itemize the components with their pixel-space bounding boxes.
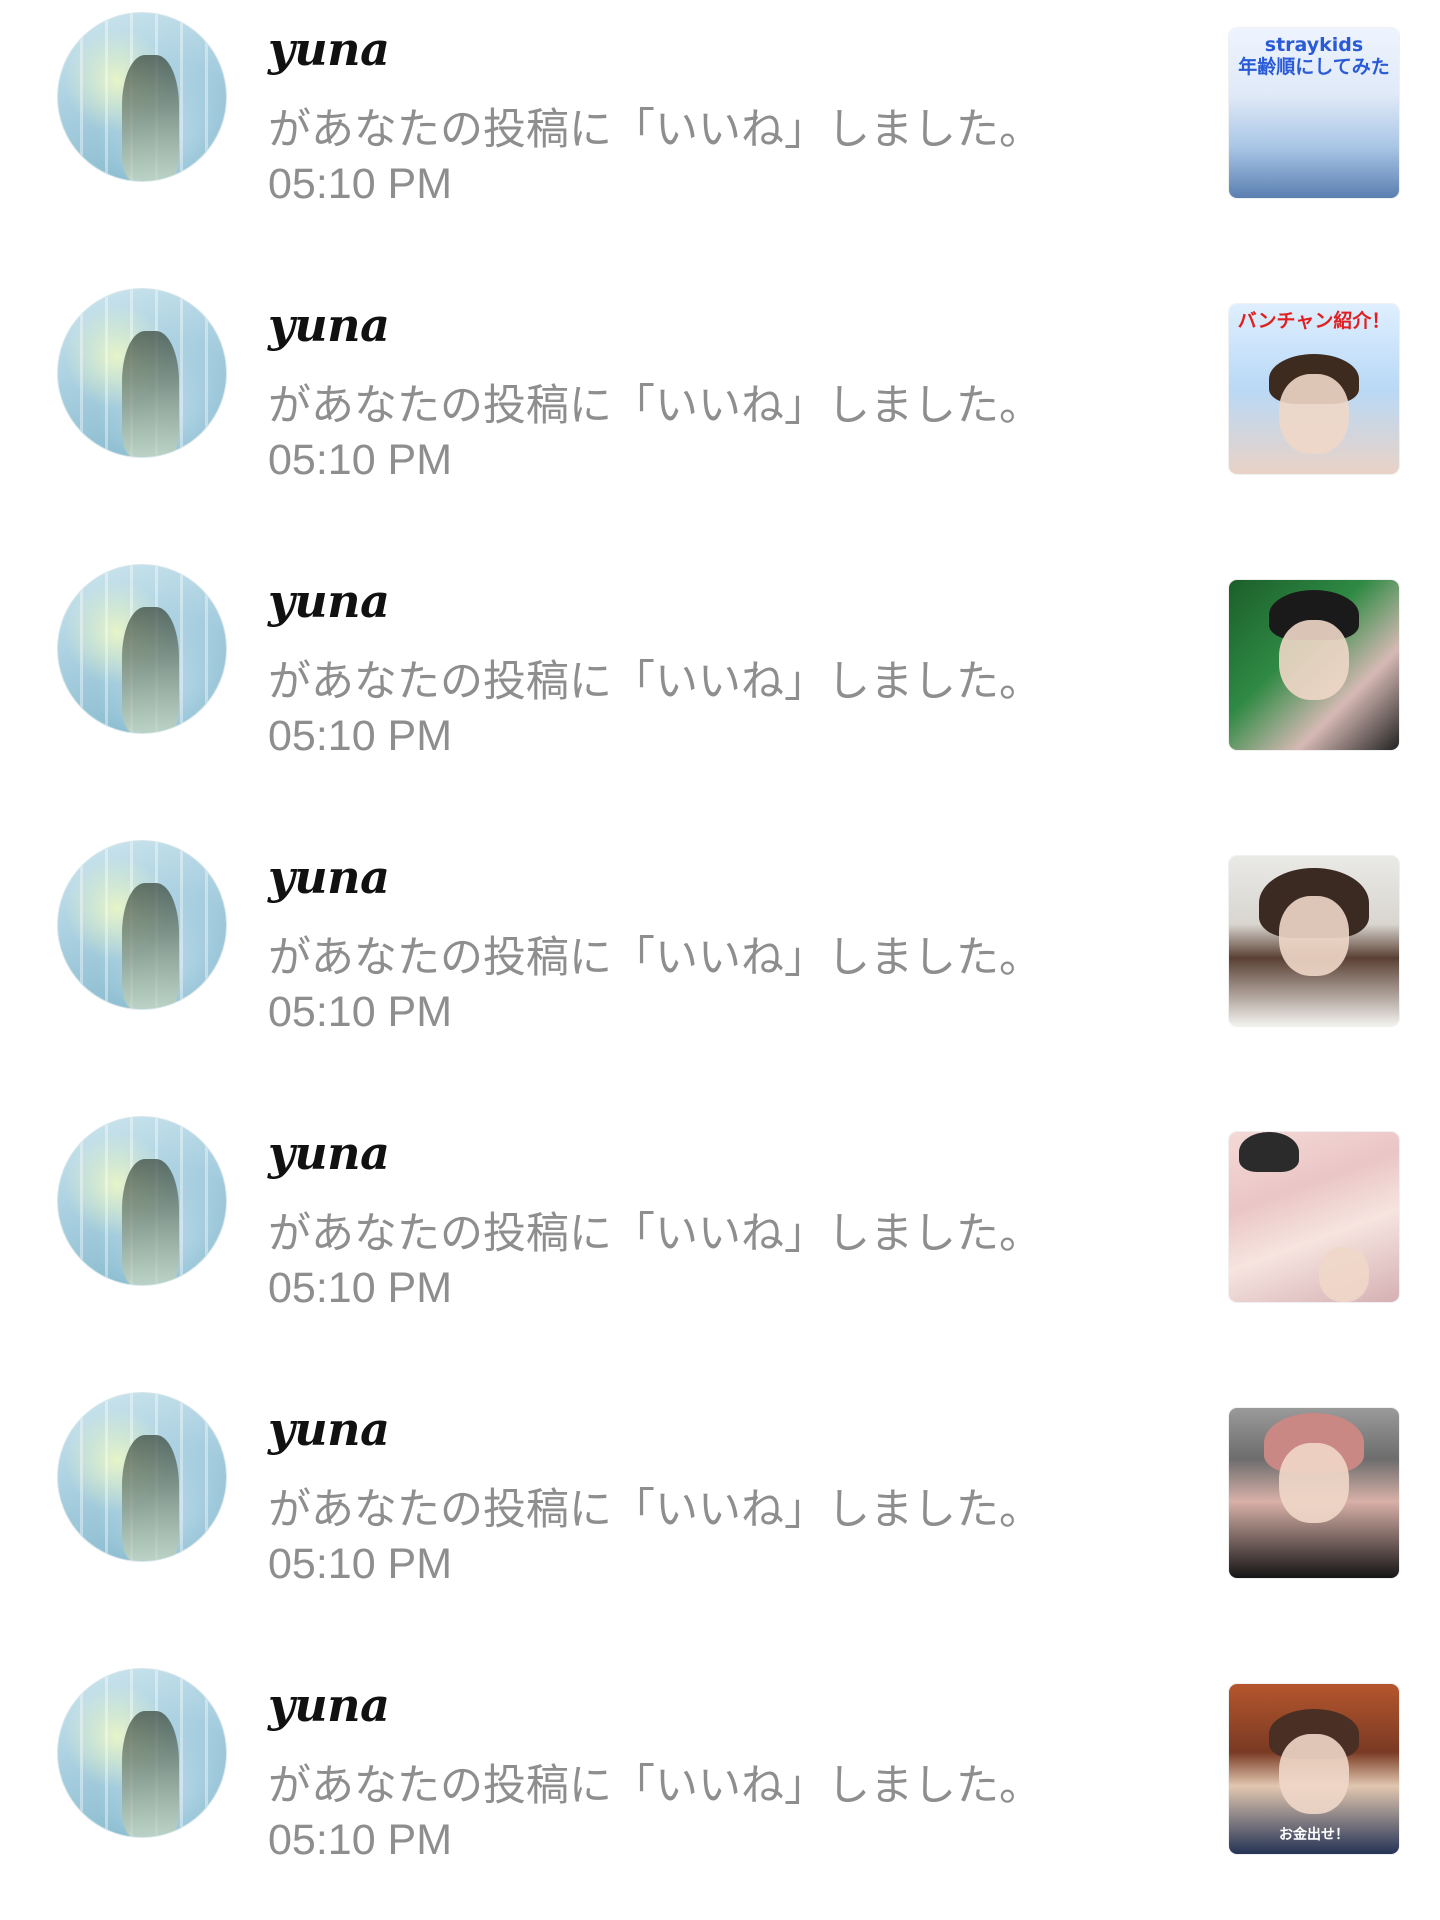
post-thumbnail[interactable]: バンチャン紹介！ [1229,304,1399,474]
username[interactable]: yuna [268,1126,390,1180]
post-thumbnail[interactable] [1229,1408,1399,1578]
user-avatar[interactable] [57,1392,227,1562]
thumbnail-caption: straykids 年齢順にしてみた [1238,34,1390,78]
notification-message: があなたの投稿に「いいね」しました。 [268,1761,1042,1811]
thumbnail-caption: バンチャン紹介！ [1237,310,1391,332]
notification-item[interactable]: yuna があなたの投稿に「いいね」しました。 05:10 PM strayki… [0,0,1440,276]
notification-message: があなたの投稿に「いいね」しました。 [268,1485,1042,1535]
notification-time: 05:10 PM [268,988,453,1036]
post-thumbnail[interactable] [1229,1132,1399,1302]
user-avatar[interactable] [57,288,227,458]
thumbnail-caption: お金出せ！ [1279,1827,1349,1843]
notification-time: 05:10 PM [268,1816,453,1864]
post-thumbnail[interactable] [1229,856,1399,1026]
notification-item[interactable]: yuna があなたの投稿に「いいね」しました。 05:10 PM [0,1380,1440,1656]
notification-item[interactable]: yuna があなたの投稿に「いいね」しました。 05:10 PM [0,1104,1440,1380]
user-avatar[interactable] [57,1116,227,1286]
username[interactable]: yuna [268,298,390,352]
notification-item[interactable]: yuna があなたの投稿に「いいね」しました。 05:10 PM [0,552,1440,828]
notification-time: 05:10 PM [268,712,453,760]
notification-list: yuna があなたの投稿に「いいね」しました。 05:10 PM strayki… [0,0,1440,1920]
post-thumbnail[interactable]: straykids 年齢順にしてみた [1229,28,1399,198]
post-thumbnail[interactable]: お金出せ！ [1229,1684,1399,1854]
notification-time: 05:10 PM [268,436,453,484]
notification-time: 05:10 PM [268,1540,453,1588]
username[interactable]: yuna [268,1678,390,1732]
user-avatar[interactable] [57,12,227,182]
username[interactable]: yuna [268,574,390,628]
notification-item[interactable]: yuna があなたの投稿に「いいね」しました。 05:10 PM バンチャン紹介… [0,276,1440,552]
notification-message: があなたの投稿に「いいね」しました。 [268,1209,1042,1259]
notification-item[interactable]: yuna があなたの投稿に「いいね」しました。 05:10 PM お金出せ！ [0,1656,1440,1920]
user-avatar[interactable] [57,564,227,734]
username[interactable]: yuna [268,22,390,76]
notification-time: 05:10 PM [268,1264,453,1312]
username[interactable]: yuna [268,850,390,904]
notification-message: があなたの投稿に「いいね」しました。 [268,381,1042,431]
notification-time: 05:10 PM [268,160,453,208]
notification-message: があなたの投稿に「いいね」しました。 [268,933,1042,983]
notification-message: があなたの投稿に「いいね」しました。 [268,105,1042,155]
notification-item[interactable]: yuna があなたの投稿に「いいね」しました。 05:10 PM [0,828,1440,1104]
username[interactable]: yuna [268,1402,390,1456]
post-thumbnail[interactable] [1229,580,1399,750]
notification-message: があなたの投稿に「いいね」しました。 [268,657,1042,707]
user-avatar[interactable] [57,840,227,1010]
user-avatar[interactable] [57,1668,227,1838]
